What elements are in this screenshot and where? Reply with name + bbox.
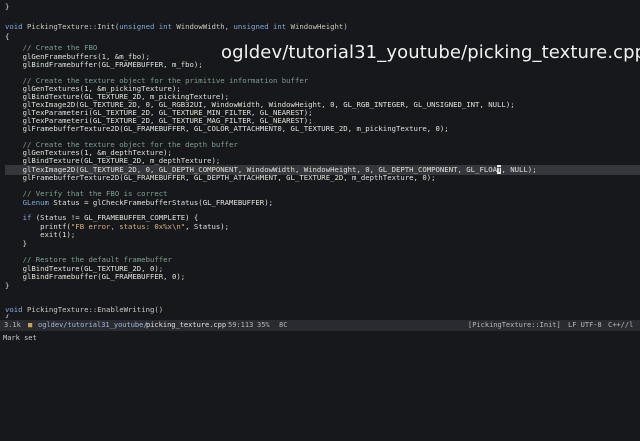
code-line[interactable]: } [5, 2, 640, 12]
echo-area: Mark set [3, 334, 37, 342]
code-token: Status = glCheckFramebufferStatus(GL_FRA… [53, 198, 273, 207]
code-token: unsigned int [119, 22, 177, 31]
code-token: PickingTexture::Init( [26, 22, 120, 31]
code-token: } [5, 281, 10, 290]
column-marker: 8C [279, 321, 288, 329]
code-token: WindowHeight) [290, 22, 348, 31]
code-line[interactable]: void PickingTexture::Init(unsigned int W… [5, 22, 640, 32]
buffer-path: ogldev/tutorial31_youtube/ [38, 321, 148, 329]
code-token: unsigned int [233, 22, 291, 31]
code-token: } [5, 239, 27, 248]
code-token: if [5, 213, 36, 222]
mode-line: 3.1k ■ ogldev/tutorial31_youtube/ pickin… [0, 320, 640, 331]
code-line[interactable]: { [5, 313, 640, 318]
encoding: LF UTF-8 [568, 321, 602, 329]
code-token: { [5, 32, 10, 41]
code-line[interactable]: } [5, 239, 640, 249]
code-token: glBindFramebuffer(GL_FRAMEBUFFER, m_fbo)… [5, 60, 203, 69]
buffer-filename: picking_texture.cpp [146, 321, 227, 329]
code-token: // Create the FBO [5, 43, 98, 52]
modified-indicator-icon: ■ [28, 321, 33, 329]
code-line[interactable]: } [5, 281, 640, 291]
code-token: WindowWidth, [176, 22, 234, 31]
code-token: (Status != GL_FRAMEBUFFER_COMPLETE) { [35, 213, 199, 222]
code-token: GLenum [5, 198, 54, 207]
code-token: glFramebufferTexture2D(GL_FRAMEBUFFER, G… [5, 124, 449, 133]
code-token: // Restore the default framebuffer [5, 255, 172, 264]
code-token: { [5, 313, 10, 318]
code-token: glBindFramebuffer(GL_FRAMEBUFFER, 0); [5, 272, 186, 281]
code-token: glFramebufferTexture2D(GL_FRAMEBUFFER, G… [5, 173, 436, 182]
code-line[interactable]: { [5, 32, 640, 42]
code-line[interactable]: GLenum Status = glCheckFramebufferStatus… [5, 198, 640, 208]
current-function: [PickingTexture::Init] [468, 321, 561, 329]
buffer-percent: 35% [257, 321, 270, 329]
cursor-position: 59:113 [228, 321, 254, 329]
code-token: // Verify that the FBO is correct [5, 189, 168, 198]
major-mode[interactable]: C++//l [608, 320, 633, 331]
code-line[interactable]: glFramebufferTexture2D(GL_FRAMEBUFFER, G… [5, 173, 640, 183]
buffer-size: 3.1k [4, 321, 21, 329]
code-line[interactable]: glFramebufferTexture2D(GL_FRAMEBUFFER, G… [5, 124, 640, 134]
video-overlay-title: ogldev/tutorial31_youtube/picking_textur… [221, 42, 640, 63]
code-token: void [5, 22, 27, 31]
code-token: exit(1); [5, 230, 76, 239]
code-token: glBindTexture(GL_TEXTURE_2D, m_depthText… [5, 156, 221, 165]
code-token: } [5, 2, 10, 11]
